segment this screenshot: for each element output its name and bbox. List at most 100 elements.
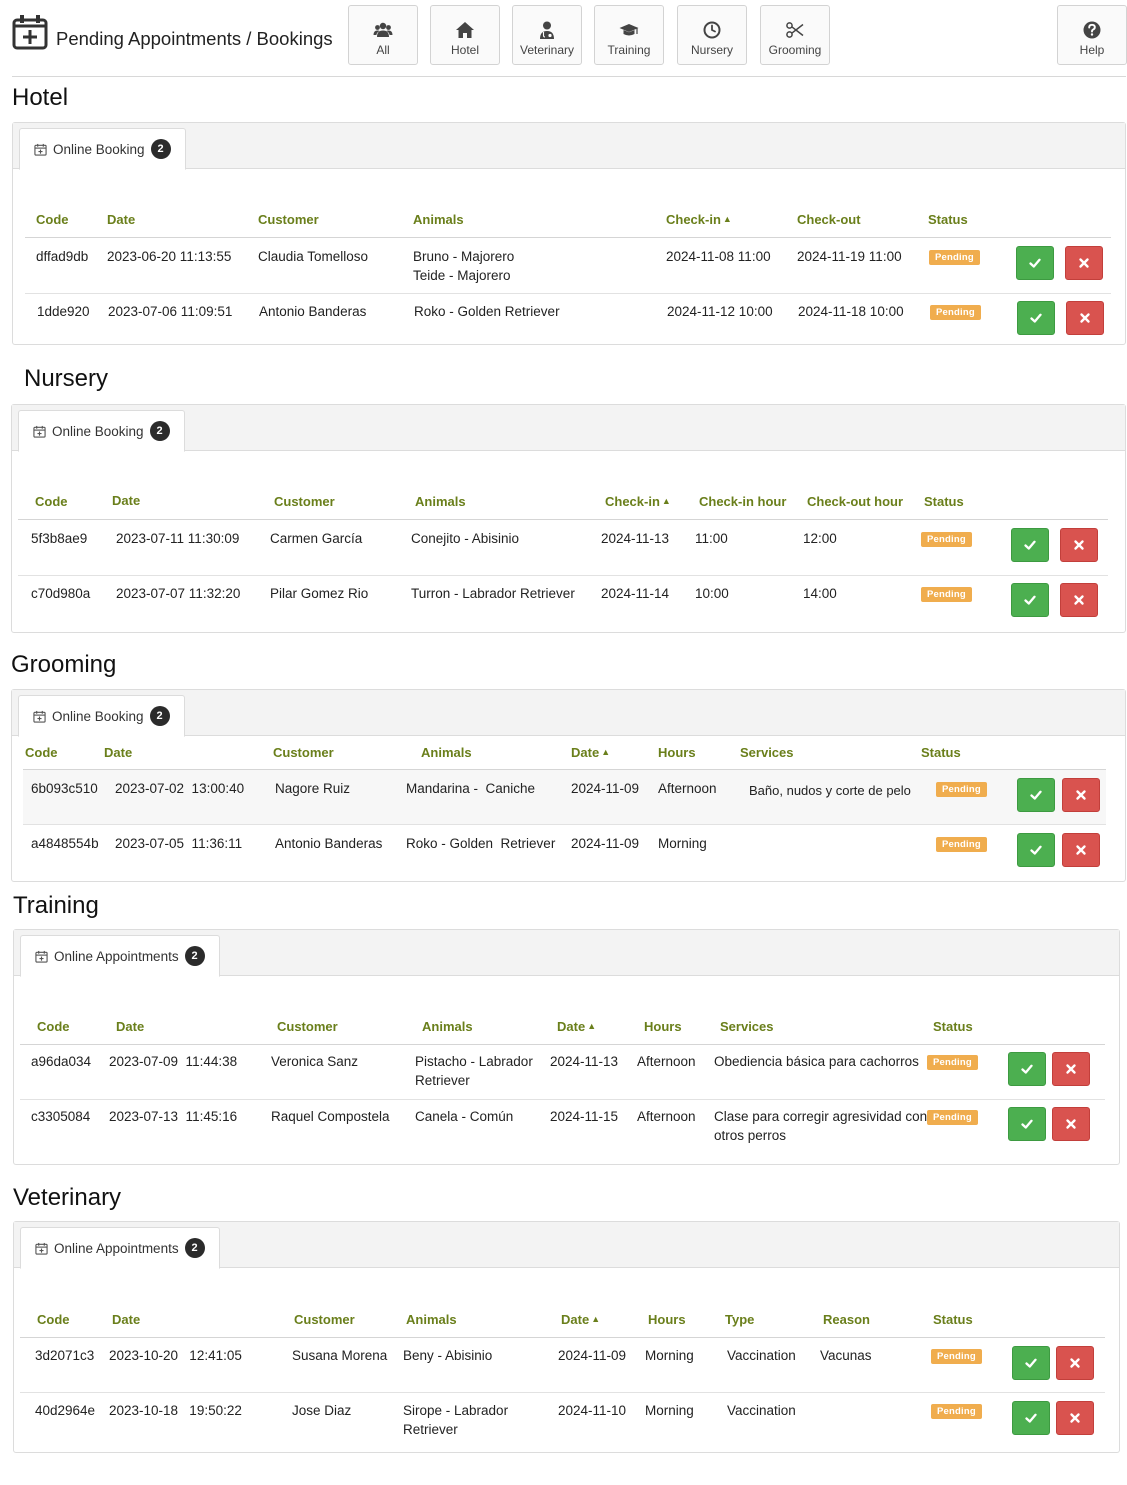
status-badge: Pending — [931, 1404, 982, 1419]
col-customer[interactable]: Customer — [258, 212, 319, 227]
nursery-online-booking-tab[interactable]: Online Booking 2 — [18, 410, 185, 452]
col-checkin-hour[interactable]: Check-in hour — [699, 494, 786, 509]
col-customer[interactable]: Customer — [294, 1312, 355, 1327]
grooming-tab-strip: Online Booking 2 — [12, 690, 1125, 737]
col-status[interactable]: Status — [921, 745, 961, 760]
col-checkout-hour[interactable]: Check-out hour — [807, 494, 903, 509]
approve-button[interactable] — [1017, 301, 1055, 335]
col-type[interactable]: Type — [725, 1312, 754, 1327]
col-appt-date[interactable]: Date ▲ — [557, 1019, 596, 1034]
cell-customer: Claudia Tomelloso — [258, 249, 369, 264]
col-date[interactable]: Date — [112, 493, 140, 508]
reject-button[interactable] — [1060, 583, 1098, 617]
nav-all-button[interactable]: All — [348, 5, 418, 65]
approve-button[interactable] — [1012, 1346, 1050, 1380]
reject-button[interactable] — [1052, 1107, 1090, 1141]
grooming-online-booking-tab[interactable]: Online Booking 2 — [18, 695, 185, 737]
check-icon — [1025, 1357, 1037, 1369]
reject-button[interactable] — [1066, 301, 1104, 335]
col-hours[interactable]: Hours — [658, 745, 696, 760]
col-reason[interactable]: Reason — [823, 1312, 870, 1327]
nav-hotel-button[interactable]: Hotel — [430, 5, 500, 65]
cell-customer: Antonio Banderas — [275, 836, 383, 851]
approve-button[interactable] — [1017, 833, 1055, 867]
col-hours[interactable]: Hours — [644, 1019, 682, 1034]
graduation-cap-icon — [619, 24, 639, 36]
reject-button[interactable] — [1056, 1401, 1094, 1435]
col-code[interactable]: Code — [37, 1312, 70, 1327]
approve-button[interactable] — [1011, 583, 1049, 617]
approve-button[interactable] — [1016, 246, 1054, 280]
col-animals[interactable]: Animals — [406, 1312, 457, 1327]
cell-customer: Veronica Sanz — [271, 1054, 359, 1069]
nav-nursery-button[interactable]: Nursery — [677, 5, 747, 65]
col-date[interactable]: Date — [107, 212, 135, 227]
cell-animal: Retriever — [403, 1422, 458, 1437]
col-checkin[interactable]: Check-in ▲ — [666, 212, 732, 227]
training-online-appointments-tab[interactable]: Online Appointments 2 — [20, 935, 220, 977]
col-code[interactable]: Code — [36, 212, 69, 227]
cell-date: 2023-07-07 11:32:20 — [116, 586, 241, 601]
col-customer[interactable]: Customer — [273, 745, 334, 760]
cell-code: 40d2964e — [35, 1403, 96, 1418]
col-customer[interactable]: Customer — [277, 1019, 338, 1034]
veterinary-panel: Online Appointments 2 Code Date Customer… — [13, 1221, 1120, 1453]
cell-code: 1dde920 — [37, 304, 90, 319]
nav-veterinary-button[interactable]: Veterinary — [512, 5, 582, 65]
cell-animal: Retriever — [415, 1073, 470, 1088]
col-code[interactable]: Code — [37, 1019, 70, 1034]
col-date[interactable]: Date — [104, 745, 132, 760]
col-checkout[interactable]: Check-out — [797, 212, 861, 227]
hotel-online-booking-tab[interactable]: Online Booking 2 — [19, 128, 186, 170]
reject-button[interactable] — [1065, 246, 1103, 280]
col-animals[interactable]: Animals — [415, 494, 466, 509]
col-code[interactable]: Code — [25, 745, 58, 760]
clock-icon — [703, 21, 721, 39]
cell-checkin: 2024-11-14 — [601, 586, 670, 601]
reject-button[interactable] — [1062, 833, 1100, 867]
col-appt-date[interactable]: Date ▲ — [561, 1312, 600, 1327]
col-appt-date[interactable]: Date ▲ — [571, 745, 610, 760]
approve-button[interactable] — [1008, 1107, 1046, 1141]
question-icon — [1083, 21, 1101, 39]
col-animals[interactable]: Animals — [413, 212, 464, 227]
reject-button[interactable] — [1060, 528, 1098, 562]
col-date[interactable]: Date — [112, 1312, 140, 1327]
cell-code: dffad9db — [36, 249, 89, 264]
cell-appt-date: 2024-11-15 — [550, 1109, 619, 1124]
cell-date: 2023-07-13 11:45:16 — [109, 1109, 238, 1124]
approve-button[interactable] — [1011, 528, 1049, 562]
col-date[interactable]: Date — [116, 1019, 144, 1034]
col-code[interactable]: Code — [35, 494, 68, 509]
nav-grooming-button[interactable]: Grooming — [760, 5, 830, 65]
col-status[interactable]: Status — [933, 1019, 973, 1034]
veterinary-online-appointments-tab[interactable]: Online Appointments 2 — [20, 1227, 220, 1269]
cell-checkout-hour: 12:00 — [803, 531, 837, 546]
nursery-panel: Online Booking 2 Code Date Customer Anim… — [11, 404, 1126, 633]
col-customer[interactable]: Customer — [274, 494, 335, 509]
approve-button[interactable] — [1012, 1401, 1050, 1435]
approve-button[interactable] — [1017, 778, 1055, 812]
col-services[interactable]: Services — [740, 745, 794, 760]
cell-customer: Nagore Ruiz — [275, 781, 351, 796]
nav-training-button[interactable]: Training — [594, 5, 664, 65]
col-animals[interactable]: Animals — [421, 745, 472, 760]
count-badge: 2 — [150, 139, 171, 159]
reject-button[interactable] — [1052, 1052, 1090, 1086]
cell-appt-date: 2024-11-13 — [550, 1054, 619, 1069]
cell-animals: Turron - Labrador Retriever — [411, 586, 575, 601]
calendar-plus-icon — [35, 1242, 48, 1255]
col-label: Check-in — [666, 212, 721, 227]
col-status[interactable]: Status — [928, 212, 968, 227]
nav-help-button[interactable]: Help — [1057, 5, 1127, 65]
col-status[interactable]: Status — [933, 1312, 973, 1327]
cell-date: 2023-07-05 11:36:11 — [115, 836, 243, 851]
col-services[interactable]: Services — [720, 1019, 774, 1034]
approve-button[interactable] — [1008, 1052, 1046, 1086]
col-status[interactable]: Status — [924, 494, 964, 509]
col-animals[interactable]: Animals — [422, 1019, 473, 1034]
col-hours[interactable]: Hours — [648, 1312, 686, 1327]
reject-button[interactable] — [1056, 1346, 1094, 1380]
reject-button[interactable] — [1062, 778, 1100, 812]
col-checkin[interactable]: Check-in ▲ — [605, 494, 671, 509]
